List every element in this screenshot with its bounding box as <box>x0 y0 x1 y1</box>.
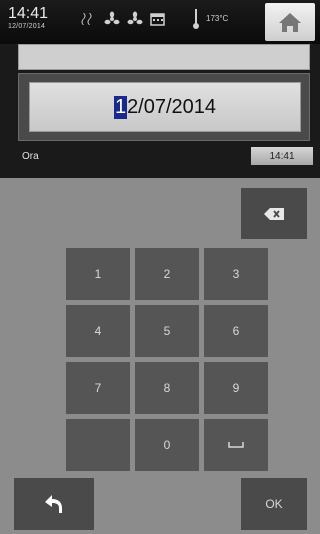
keypad-area: 1 2 3 4 5 6 7 8 9 0 OK <box>0 178 320 534</box>
back-button[interactable] <box>14 478 94 530</box>
date-input[interactable]: 1 2/07/2014 <box>29 82 301 132</box>
key-3[interactable]: 3 <box>204 248 268 300</box>
ora-label: Ora <box>22 151 39 162</box>
backspace-icon <box>264 207 284 220</box>
key-5[interactable]: 5 <box>135 305 199 357</box>
date-text: 2/07/2014 <box>127 95 217 118</box>
key-space[interactable] <box>204 419 268 471</box>
thermometer-icon <box>193 9 199 29</box>
status-date: 12/07/2014 <box>8 23 46 30</box>
ok-button[interactable]: OK <box>241 478 307 530</box>
key-2[interactable]: 2 <box>135 248 199 300</box>
fan-icon <box>104 11 120 25</box>
date-panel: 1 2/07/2014 <box>18 73 310 141</box>
home-icon <box>279 13 301 32</box>
fan-pair-icon <box>81 13 92 25</box>
key-6[interactable]: 6 <box>204 305 268 357</box>
backspace-button[interactable] <box>241 188 307 239</box>
ora-time-button[interactable]: 14:41 <box>251 147 313 165</box>
key-blank[interactable] <box>66 419 130 471</box>
status-bar: 14:41 12/07/2014 173°C <box>0 0 320 44</box>
fan-icon <box>127 11 143 25</box>
status-icons <box>80 9 167 29</box>
key-9[interactable]: 9 <box>204 362 268 414</box>
calendar-icon <box>150 13 165 26</box>
key-4[interactable]: 4 <box>66 305 130 357</box>
home-button[interactable] <box>265 3 315 41</box>
key-8[interactable]: 8 <box>135 362 199 414</box>
key-0[interactable]: 0 <box>135 419 199 471</box>
status-time: 14:41 <box>8 5 49 22</box>
undo-arrow-icon <box>45 495 62 513</box>
space-icon <box>228 442 244 448</box>
temperature-readout: 173°C <box>206 14 229 23</box>
key-7[interactable]: 7 <box>66 362 130 414</box>
key-1[interactable]: 1 <box>66 248 130 300</box>
name-field[interactable] <box>18 44 310 70</box>
cursor-char: 1 <box>113 95 128 119</box>
